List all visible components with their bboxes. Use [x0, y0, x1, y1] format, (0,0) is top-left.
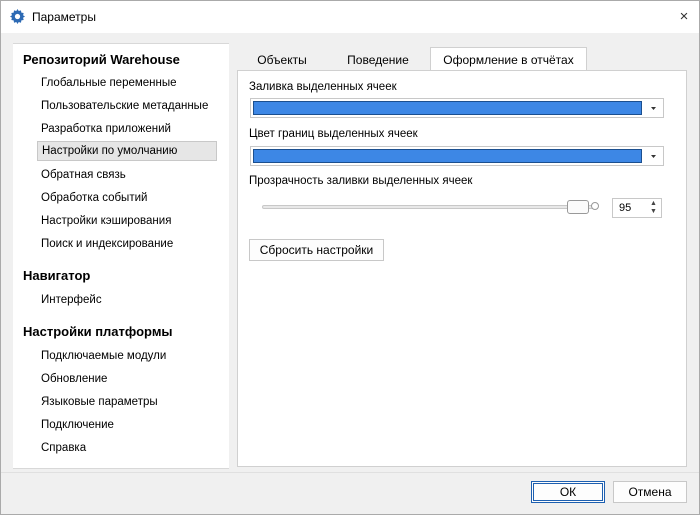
group-title-platform: Настройки платформы — [23, 324, 173, 339]
cancel-button[interactable]: Отмена — [613, 481, 687, 503]
chevron-down-icon[interactable] — [644, 99, 663, 117]
sidebar-item-user-metadata[interactable]: Пользовательские метаданные — [37, 96, 217, 116]
reset-settings-button[interactable]: Сбросить настройки — [249, 239, 384, 261]
tab-report-appearance[interactable]: Оформление в отчётах — [430, 47, 587, 71]
close-button[interactable]: × — [669, 1, 699, 33]
transparency-slider-track[interactable] — [262, 205, 596, 209]
tab-behavior[interactable]: Поведение — [333, 48, 423, 70]
fill-color-label: Заливка выделенных ячеек — [249, 81, 397, 93]
sidebar-item-default-settings[interactable]: Настройки по умолчанию — [37, 141, 217, 161]
sidebar-item-plugins[interactable]: Подключаемые модули — [37, 346, 217, 366]
settings-sidebar: Репозиторий Warehouse Глобальные перемен… — [13, 43, 229, 469]
ok-button[interactable]: ОК — [531, 481, 605, 503]
gear-icon — [10, 9, 25, 24]
sidebar-item-event-handling[interactable]: Обработка событий — [37, 188, 217, 208]
chevron-down-icon[interactable] — [644, 147, 663, 165]
border-color-picker[interactable] — [250, 146, 664, 166]
transparency-label: Прозрачность заливки выделенных ячеек — [249, 175, 473, 187]
sidebar-item-connection[interactable]: Подключение — [37, 415, 217, 435]
sidebar-item-search-indexing[interactable]: Поиск и индексирование — [37, 234, 217, 254]
settings-dialog: Параметры × Репозиторий Warehouse Глобал… — [0, 0, 700, 515]
title-bar: Параметры × — [1, 1, 699, 33]
sidebar-item-app-development[interactable]: Разработка приложений — [37, 119, 217, 139]
spin-down-icon[interactable]: ▼ — [649, 208, 658, 216]
slider-end-marker — [591, 202, 599, 210]
transparency-slider-thumb[interactable] — [567, 200, 589, 214]
border-color-label: Цвет границ выделенных ячеек — [249, 128, 418, 140]
fill-color-picker[interactable] — [250, 98, 664, 118]
group-title-warehouse: Репозиторий Warehouse — [23, 52, 180, 67]
window-title: Параметры — [32, 10, 96, 24]
tab-objects[interactable]: Объекты — [237, 48, 327, 70]
sidebar-item-update[interactable]: Обновление — [37, 369, 217, 389]
sidebar-item-help[interactable]: Справка — [37, 438, 217, 458]
sidebar-item-interface[interactable]: Интерфейс — [37, 290, 217, 310]
group-title-navigator: Навигатор — [23, 268, 91, 283]
footer-divider — [1, 472, 699, 473]
sidebar-item-feedback[interactable]: Обратная связь — [37, 165, 217, 185]
transparency-value[interactable]: 95 — [619, 202, 631, 214]
sidebar-item-language[interactable]: Языковые параметры — [37, 392, 217, 412]
spin-up-icon[interactable]: ▲ — [649, 200, 658, 208]
sidebar-item-global-variables[interactable]: Глобальные переменные — [37, 73, 217, 93]
transparency-spinbox[interactable]: 95 ▲ ▼ — [612, 198, 662, 218]
report-appearance-panel: Заливка выделенных ячеек Цвет границ выд… — [237, 70, 687, 467]
border-color-swatch — [253, 149, 642, 163]
sidebar-item-caching[interactable]: Настройки кэширования — [37, 211, 217, 231]
close-icon: × — [679, 8, 689, 25]
fill-color-swatch — [253, 101, 642, 115]
